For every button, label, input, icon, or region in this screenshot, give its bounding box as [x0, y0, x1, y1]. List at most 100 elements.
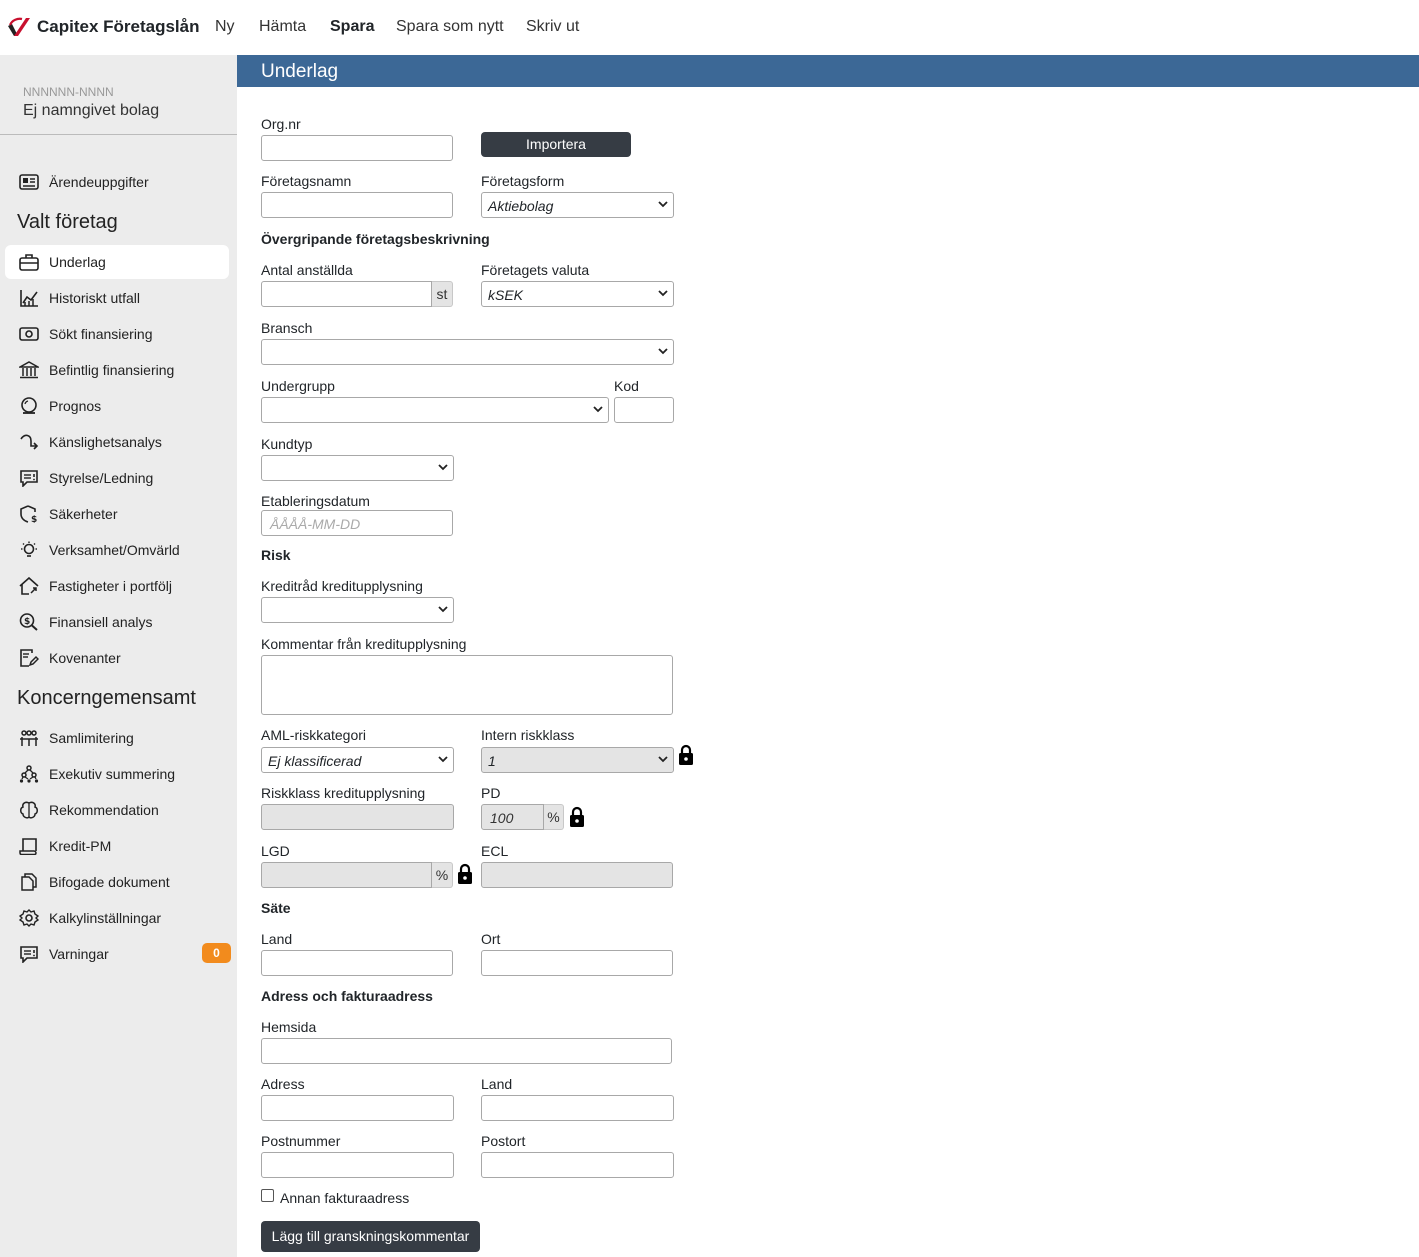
sidebar-item-sokt-finansiering[interactable]: Sökt finansiering [5, 317, 229, 351]
aml-select[interactable]: Ej klassificerad [261, 747, 454, 773]
currency-label: Företagets valuta [481, 262, 590, 278]
sidebar-item-label: Kalkylinställningar [49, 910, 162, 926]
top-navbar: Capitex Företagslån Ny Hämta Spara Spara… [0, 0, 1419, 55]
address-country-input[interactable] [481, 1095, 674, 1121]
internal-risk-lock-icon[interactable] [678, 744, 694, 766]
postal-code-input[interactable] [261, 1152, 454, 1178]
industry-select[interactable] [261, 339, 674, 365]
currency-select[interactable]: kSEK [481, 281, 674, 307]
credit-comment-label: Kommentar från kreditupplysning [261, 636, 467, 652]
org-nr-input[interactable] [261, 135, 453, 161]
subgroup-select[interactable] [261, 397, 609, 423]
sidebar-item-label: Befintlig finansiering [49, 362, 175, 378]
sidebar-item-label: Verksamhet/Omvärld [49, 542, 180, 558]
employees-input[interactable] [261, 281, 432, 307]
address-input[interactable] [261, 1095, 454, 1121]
chevron-down-icon [658, 201, 668, 208]
lgd-percent-unit: % [432, 862, 453, 888]
document-edit-icon [20, 649, 39, 667]
sidebar-section-valt-foretag: Valt företag [17, 211, 118, 233]
sidebar-item-exekutiv-summering[interactable]: Exekutiv summering [5, 757, 229, 791]
menu-new[interactable]: Ny [215, 18, 235, 36]
employees-group: st [261, 281, 453, 307]
search-dollar-icon: $ [19, 613, 38, 631]
menu-save[interactable]: Spara [330, 18, 374, 36]
section-seat-heading: Säte [261, 900, 291, 916]
other-invoice-label: Annan fakturaadress [280, 1190, 410, 1206]
chevron-down-icon [438, 464, 448, 471]
page-title: Underlag [261, 61, 339, 82]
sidebar-item-kovenanter[interactable]: Kovenanter [5, 641, 229, 675]
pd-input: 100 [481, 804, 544, 830]
sidebar-item-label: Varningar [49, 946, 109, 962]
aml-value: Ej klassificerad [268, 753, 362, 769]
sidebar-item-bifogade-dokument[interactable]: Bifogade dokument [5, 865, 229, 899]
other-invoice-checkbox[interactable] [261, 1189, 274, 1202]
add-review-comment-button[interactable]: Lägg till granskningskommentar [261, 1221, 480, 1252]
pd-lock-icon[interactable] [569, 806, 585, 828]
lgd-input [261, 862, 432, 888]
credit-advice-label: Kreditråd kreditupplysning [261, 578, 423, 594]
sidebar-item-historiskt-utfall[interactable]: Historiskt utfall [5, 281, 229, 315]
code-input[interactable] [614, 397, 674, 423]
section-risk-heading: Risk [261, 547, 291, 563]
sidebar-item-samlimitering[interactable]: Samlimitering [5, 721, 229, 755]
customer-type-select[interactable] [261, 455, 454, 481]
arrow-curve-icon [20, 434, 39, 450]
crystal-ball-icon [21, 397, 37, 414]
sidebar-item-varningar[interactable]: Varningar 0 [5, 937, 231, 971]
section-overview-heading: Övergripande företagsbeskrivning [261, 231, 490, 247]
sidebar-item-rekommendation[interactable]: Rekommendation [5, 793, 229, 827]
seat-city-input[interactable] [481, 950, 673, 976]
postal-city-input[interactable] [481, 1152, 674, 1178]
sidebar-item-sakerheter[interactable]: $ Säkerheter [5, 497, 229, 531]
sidebar-item-arendeuppgifter[interactable]: Ärendeuppgifter [5, 165, 229, 199]
sidebar-item-underlag[interactable]: Underlag [5, 245, 229, 279]
sidebar-divider [0, 134, 237, 135]
menu-save-as-new[interactable]: Spara som nytt [396, 18, 504, 36]
established-date-input[interactable]: ÅÅÅÅ-MM-DD [261, 510, 453, 536]
company-name-input[interactable] [261, 192, 453, 218]
seat-country-input[interactable] [261, 950, 453, 976]
chevron-down-icon [438, 606, 448, 613]
credit-advice-select[interactable] [261, 597, 454, 623]
sidebar-item-styrelse-ledning[interactable]: Styrelse/Ledning [5, 461, 229, 495]
website-input[interactable] [261, 1038, 672, 1064]
internal-risk-select[interactable]: 1 [481, 747, 674, 773]
capitex-logo-icon [8, 17, 30, 36]
address-country-label: Land [481, 1076, 513, 1092]
pd-label: PD [481, 785, 501, 801]
sidebar-item-kanslighetsanalys[interactable]: Känslighetsanalys [5, 425, 229, 459]
ecl-label: ECL [481, 843, 509, 859]
code-label: Kod [614, 378, 639, 394]
import-button[interactable]: Importera [481, 132, 631, 157]
sidebar-item-prognos[interactable]: Prognos [5, 389, 229, 423]
sidebar-item-kredit-pm[interactable]: Kredit-PM [5, 829, 229, 863]
subgroup-label: Undergrupp [261, 378, 335, 394]
users-group-icon [20, 730, 38, 746]
menu-print[interactable]: Skriv ut [526, 18, 579, 36]
currency-value: kSEK [488, 287, 524, 303]
lightbulb-icon [21, 541, 37, 557]
cash-icon [19, 327, 39, 341]
credit-comment-textarea[interactable] [261, 655, 673, 715]
app-brand[interactable]: Capitex Företagslån [37, 17, 200, 37]
sidebar-item-finansiell-analys[interactable]: $ Finansiell analys [5, 605, 229, 639]
sidebar-item-befintlig-finansiering[interactable]: Befintlig finansiering [5, 353, 229, 387]
briefcase-icon [19, 254, 39, 271]
lgd-label: LGD [261, 843, 290, 859]
sidebar: NNNNNN-NNNN Ej namngivet bolag Ärendeupp… [0, 55, 237, 1257]
sidebar-item-label: Exekutiv summering [49, 766, 176, 782]
company-name-label: Företagsnamn [261, 173, 352, 189]
chevron-down-icon [658, 290, 668, 297]
settings-gear-icon [19, 909, 39, 927]
sidebar-item-verksamhet-omvarld[interactable]: Verksamhet/Omvärld [5, 533, 229, 567]
lgd-lock-icon[interactable] [457, 863, 473, 885]
menu-fetch[interactable]: Hämta [259, 18, 306, 36]
aml-label: AML-riskkategori [261, 727, 367, 743]
sidebar-item-fastigheter-i-portfolj[interactable]: Fastigheter i portfölj [5, 569, 229, 603]
company-form-select[interactable]: Aktiebolag [481, 192, 674, 218]
chat-alert-icon [20, 470, 38, 487]
address-label: Adress [261, 1076, 305, 1092]
sidebar-item-kalkylinstallningar[interactable]: Kalkylinställningar [5, 901, 229, 935]
